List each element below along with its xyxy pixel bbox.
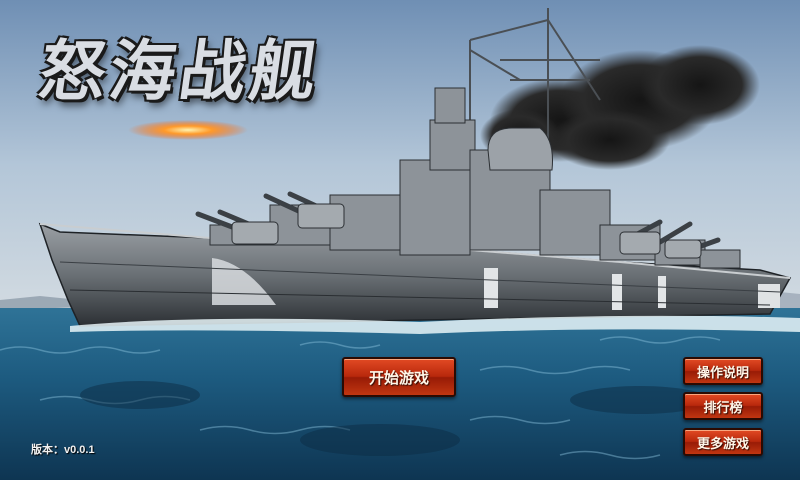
game-title: 怒海战舰 (34, 32, 326, 110)
start-game-button[interactable]: 开始游戏 (342, 357, 456, 397)
more-games-button[interactable]: 更多游戏 (683, 428, 763, 456)
version-label: 版本：v0.0.1 (31, 444, 95, 456)
instructions-button[interactable]: 操作说明 (683, 357, 763, 385)
leaderboard-button[interactable]: 排行榜 (683, 392, 763, 420)
